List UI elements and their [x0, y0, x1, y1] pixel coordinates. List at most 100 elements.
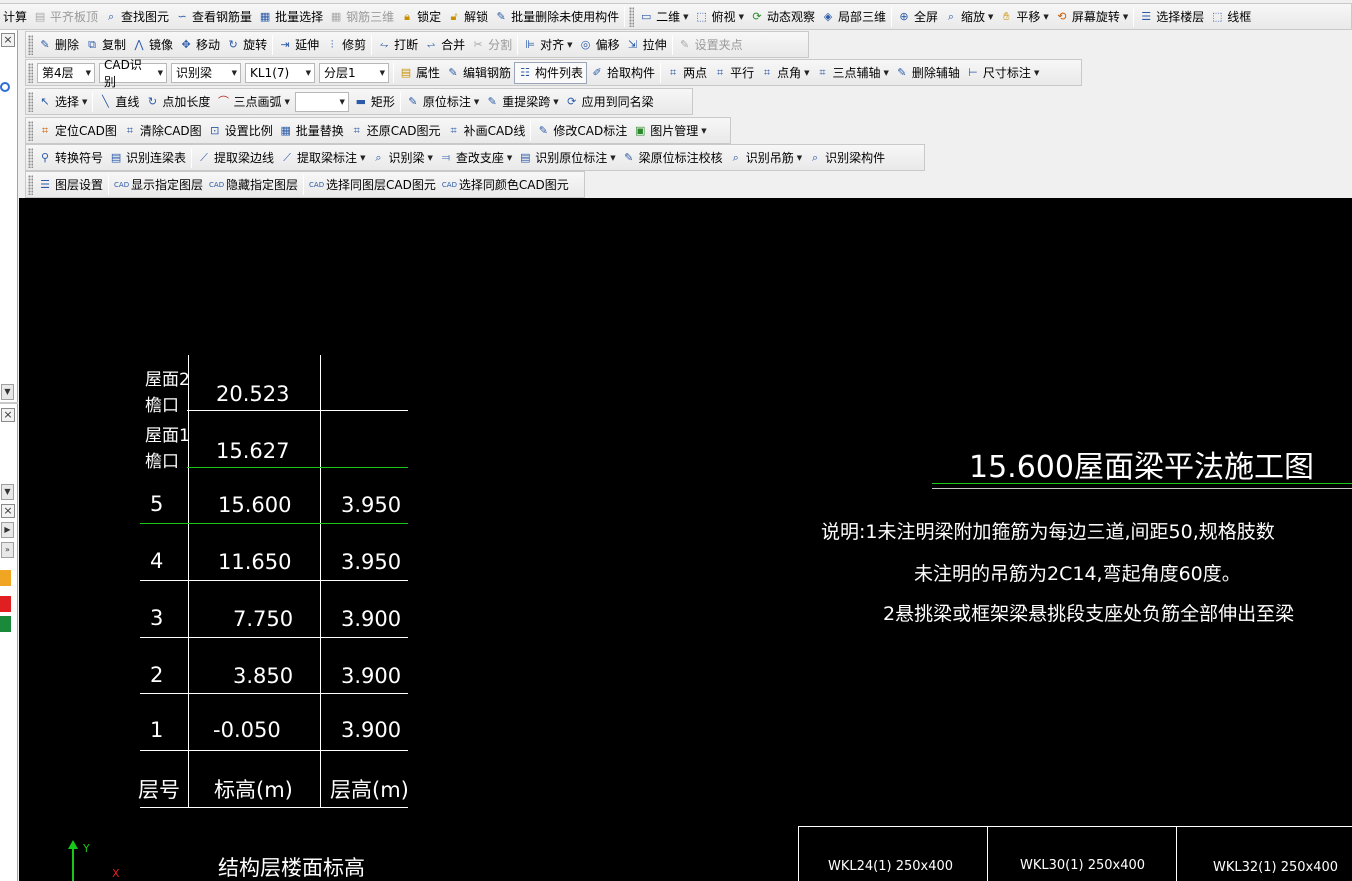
dropdown-arrow-icon[interactable]: ▼ — [988, 13, 993, 21]
batch-replace-button[interactable]: ▦ 批量替换 — [276, 120, 347, 142]
calc-button[interactable]: 计算 — [0, 6, 30, 28]
close-icon[interactable]: × — [1, 408, 15, 422]
partial-3d-button[interactable]: ◈ 局部三维 — [818, 6, 889, 28]
edit-support-button[interactable]: ⫤ 查改支座 ▼ — [436, 147, 515, 169]
dropdown-arrow-icon[interactable]: ▼ — [1123, 13, 1128, 21]
zoom-button[interactable]: ⌕ 缩放 ▼ — [941, 6, 996, 28]
dropdown-arrow-icon[interactable]: ▼ — [553, 98, 558, 106]
dropdown-arrow-icon[interactable]: ▼ — [567, 41, 572, 49]
view-rebar-qty-button[interactable]: ∽ 查看钢筋量 — [172, 6, 255, 28]
toolbar-grip[interactable] — [28, 62, 33, 83]
rebar-3d-button[interactable]: ▦ 钢筋三维 — [326, 6, 397, 28]
rectangle-button[interactable]: ▬ 矩形 — [351, 91, 398, 113]
align-top-button[interactable]: ▤ 平齐板顶 — [30, 6, 101, 28]
pan-button[interactable]: ✋︎ 平移 ▼ — [996, 6, 1051, 28]
lock-button[interactable]: 🔒︎ 锁定 — [397, 6, 444, 28]
scroll-down-icon[interactable]: ▼ — [1, 484, 14, 500]
dropdown-arrow-icon[interactable]: ▼ — [701, 127, 706, 135]
extract-beam-edge-button[interactable]: ⟋ 提取梁边线 — [194, 147, 277, 169]
copy-button[interactable]: ⧉ 复制 — [82, 34, 129, 56]
dropdown-arrow-icon[interactable]: ▼ — [427, 154, 432, 162]
layer-select[interactable]: 分层1 ▼ — [319, 62, 389, 83]
align-button[interactable]: ⊫ 对齐 ▼ — [520, 34, 575, 56]
top-view-button[interactable]: ⬚ 俯视 ▼ — [692, 6, 747, 28]
toolbar-grip[interactable] — [28, 91, 33, 112]
merge-button[interactable]: ⥋ 合并 — [421, 34, 468, 56]
dropdown-arrow-icon[interactable]: ▼ — [360, 154, 365, 162]
break-button[interactable]: ⥊ 打断 — [374, 34, 421, 56]
toolbar-grip[interactable] — [629, 6, 635, 27]
recognize-beam-table-button[interactable]: ▤ 识别连梁表 — [106, 147, 189, 169]
recognize-in-situ-button[interactable]: ▤ 识别原位标注 ▼ — [515, 147, 618, 169]
scroll-down-icon[interactable]: ▼ — [1, 384, 14, 400]
clear-cad-button[interactable]: ⌗ 清除CAD图 — [120, 120, 205, 142]
dropdown-arrow-icon[interactable]: ▼ — [507, 154, 512, 162]
dropdown-arrow-icon[interactable]: ▼ — [82, 98, 87, 106]
point-length-button[interactable]: ↻ 点加长度 — [142, 91, 213, 113]
delete-axis-button[interactable]: ✎ 删除辅轴 — [892, 62, 963, 84]
edit-rebar-button[interactable]: ✎ 编辑钢筋 — [443, 62, 514, 84]
restore-cad-button[interactable]: ⌗ 还原CAD图元 — [347, 120, 444, 142]
action-select[interactable]: 识别梁 ▼ — [171, 62, 241, 83]
delete-button[interactable]: ✎ 删除 — [35, 34, 82, 56]
select-same-color-button[interactable]: CAD 选择同颜色CAD图元 — [439, 174, 572, 196]
recognize-beam-component-button[interactable]: ⌕ 识别梁构件 — [805, 147, 888, 169]
search-icon[interactable] — [0, 82, 10, 92]
re-extract-span-button[interactable]: ✎ 重提梁跨 ▼ — [482, 91, 561, 113]
expand-icon[interactable]: » — [1, 542, 14, 558]
recognize-hanger-button[interactable]: ⌕ 识别吊筋 ▼ — [726, 147, 805, 169]
toolbar-grip[interactable] — [28, 120, 33, 141]
close-icon[interactable]: × — [1, 33, 15, 47]
batch-select-button[interactable]: ▦ 批量选择 — [255, 6, 326, 28]
scroll-right-icon[interactable]: ▶ — [1, 522, 14, 538]
image-manage-button[interactable]: ▣ 图片管理 ▼ — [630, 120, 709, 142]
split-button[interactable]: ✂ 分割 — [468, 34, 515, 56]
rotate-button[interactable]: ↻ 旋转 — [223, 34, 270, 56]
move-button[interactable]: ✥ 移动 — [176, 34, 223, 56]
select-same-layer-button[interactable]: CAD 选择同图层CAD图元 — [306, 174, 439, 196]
extend-button[interactable]: ⇥ 延伸 — [275, 34, 322, 56]
trim-button[interactable]: ⫶ 修剪 — [322, 34, 369, 56]
three-point-axis-button[interactable]: ⌗ 三点辅轴 ▼ — [813, 62, 892, 84]
component-select[interactable]: KL1(7) ▼ — [245, 62, 315, 83]
apply-same-beam-button[interactable]: ⟳ 应用到同名梁 — [562, 91, 657, 113]
cad-canvas[interactable]: 屋面2 檐口 20.523 屋面1 檐口 15.627 5 15.600 3.9… — [19, 198, 1352, 881]
extract-beam-mark-button[interactable]: ⟋ 提取梁标注 ▼ — [277, 147, 368, 169]
convert-symbol-button[interactable]: ⚲ 转换符号 — [35, 147, 106, 169]
mirror-button[interactable]: ⋀ 镜像 — [129, 34, 176, 56]
dropdown-arrow-icon[interactable]: ▼ — [739, 13, 744, 21]
two-point-button[interactable]: ⌗ 两点 — [663, 62, 710, 84]
parallel-button[interactable]: ⌗ 平行 — [710, 62, 757, 84]
select-floor-button[interactable]: ☰ 选择楼层 — [1136, 6, 1207, 28]
close-icon[interactable]: × — [1, 504, 15, 518]
dimension-button[interactable]: ⊢ 尺寸标注 ▼ — [963, 62, 1042, 84]
dropdown-arrow-icon[interactable]: ▼ — [683, 13, 688, 21]
check-in-situ-button[interactable]: ✎ 梁原位标注校核 — [619, 147, 726, 169]
toolbar-grip[interactable] — [28, 174, 33, 195]
in-situ-mark-button[interactable]: ✎ 原位标注 ▼ — [403, 91, 482, 113]
mode-select[interactable]: CAD识别 ▼ — [99, 58, 167, 89]
set-scale-button[interactable]: ⊡ 设置比例 — [205, 120, 276, 142]
set-grip-point-button[interactable]: ✎ 设置夹点 — [675, 34, 746, 56]
wireframe-button[interactable]: ⬚ 线框 — [1207, 6, 1254, 28]
layer-settings-button[interactable]: ☰ 图层设置 — [35, 174, 106, 196]
batch-delete-unused-button[interactable]: ✎ 批量删除未使用构件 — [491, 6, 622, 28]
dropdown-arrow-icon[interactable]: ▼ — [284, 98, 289, 106]
toolbar-grip[interactable] — [28, 147, 33, 168]
draw-mode-select[interactable]: ▼ — [294, 91, 349, 112]
three-point-arc-button[interactable]: ⌒ 三点画弧 ▼ — [213, 91, 292, 113]
unlock-button[interactable]: 🔓︎ 解锁 — [444, 6, 491, 28]
locate-cad-button[interactable]: ⌗ 定位CAD图 — [35, 120, 120, 142]
screen-rotate-button[interactable]: ⟲ 屏幕旋转 ▼ — [1052, 6, 1131, 28]
draw-cad-line-button[interactable]: ⌗ 补画CAD线 — [444, 120, 529, 142]
line-button[interactable]: ╲ 直线 — [95, 91, 142, 113]
dropdown-arrow-icon[interactable]: ▼ — [884, 69, 889, 77]
orbit-button[interactable]: ⟳ 动态观察 — [747, 6, 818, 28]
floor-select[interactable]: 第4层 ▼ — [37, 62, 95, 83]
dropdown-arrow-icon[interactable]: ▼ — [1043, 13, 1048, 21]
point-angle-button[interactable]: ⌗ 点角 ▼ — [757, 62, 812, 84]
dropdown-arrow-icon[interactable]: ▼ — [610, 154, 615, 162]
dropdown-arrow-icon[interactable]: ▼ — [1034, 69, 1039, 77]
dropdown-arrow-icon[interactable]: ▼ — [474, 98, 479, 106]
toolbar-grip[interactable] — [28, 34, 33, 55]
